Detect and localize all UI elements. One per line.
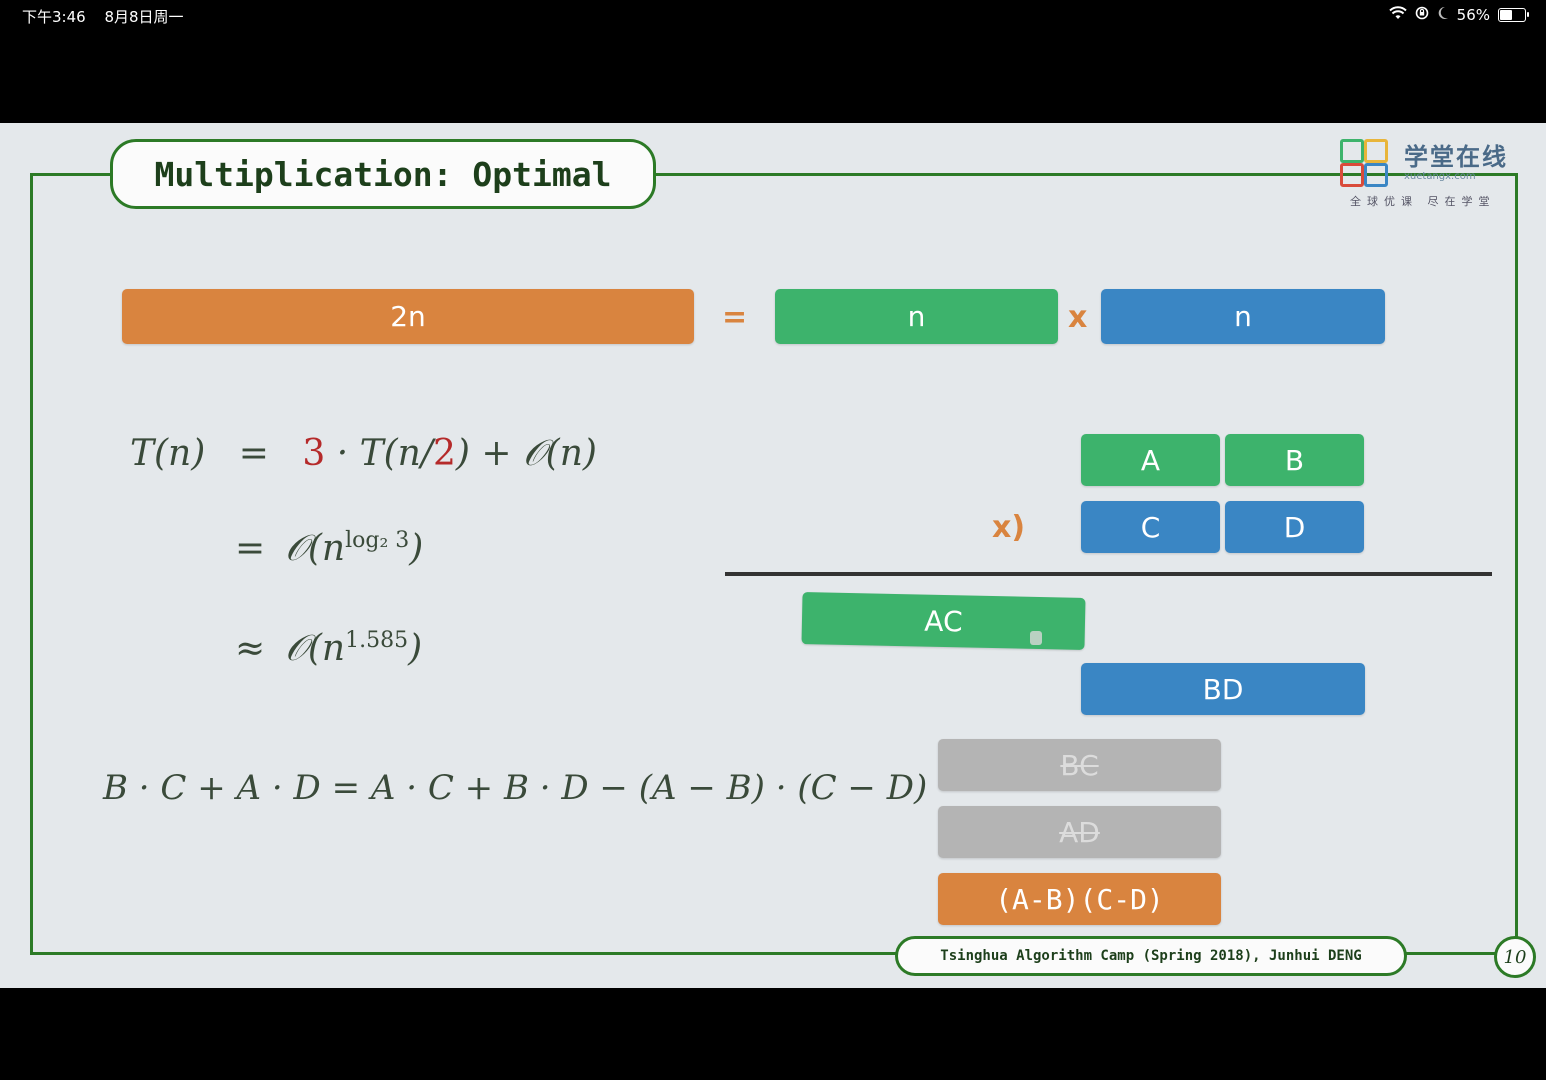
logo-squares-icon	[1338, 137, 1388, 187]
equation-line-3: ≈ 𝒪(n1.585)	[235, 628, 423, 669]
page-number: 10	[1494, 936, 1536, 978]
block-a: A	[1081, 434, 1220, 486]
equation-line-2: = 𝒪(nlog₂ 3)	[235, 528, 424, 569]
equation-line-1: T(n) = 3 · T(n/2) + 𝒪(n)	[130, 433, 597, 474]
block-n-right: n	[1101, 289, 1385, 344]
block-n-left: n	[775, 289, 1058, 344]
block-bd: BD	[1081, 663, 1365, 715]
slide: Multiplication: Optimal 学堂在线 xuetangx.co…	[0, 123, 1546, 988]
times-sign: x	[1068, 300, 1088, 335]
battery-percent: 56%	[1456, 6, 1490, 24]
logo-name: 学堂在线	[1404, 143, 1508, 171]
slide-title: Multiplication: Optimal	[110, 139, 656, 209]
equals-sign: =	[722, 300, 748, 335]
block-ad-struck: AD	[938, 806, 1221, 858]
block-b: B	[1225, 434, 1364, 486]
status-time: 下午3:46	[22, 8, 86, 26]
block-d: D	[1225, 501, 1364, 553]
wifi-icon	[1388, 6, 1407, 24]
block-c: C	[1081, 501, 1220, 553]
block-ac: AC	[801, 592, 1086, 650]
block-bc-struck: BC	[938, 739, 1221, 791]
identity-equation: B · C + A · D = A · C + B · D − (A − B) …	[103, 768, 928, 808]
status-bar: 下午3:46 8月8日周一 56%	[0, 0, 1546, 32]
logo-slogan: 全球优课 尽在学堂	[1350, 195, 1496, 208]
block-2n: 2n	[122, 289, 694, 344]
rotation-lock-icon	[1415, 6, 1429, 24]
battery-icon	[1498, 8, 1529, 22]
sum-divider-line	[725, 572, 1492, 576]
mouse-cursor-icon	[1030, 631, 1042, 645]
times-label: x)	[992, 510, 1026, 545]
block-diff-product: (A-B)(C-D)	[938, 873, 1221, 925]
logo-url: xuetangx.com	[1404, 171, 1476, 182]
slide-footer: Tsinghua Algorithm Camp (Spring 2018), J…	[895, 936, 1407, 976]
status-date: 8月8日周一	[104, 8, 184, 26]
moon-icon	[1437, 6, 1449, 24]
xuetangx-logo: 学堂在线 xuetangx.com 全球优课 尽在学堂	[1338, 135, 1520, 215]
